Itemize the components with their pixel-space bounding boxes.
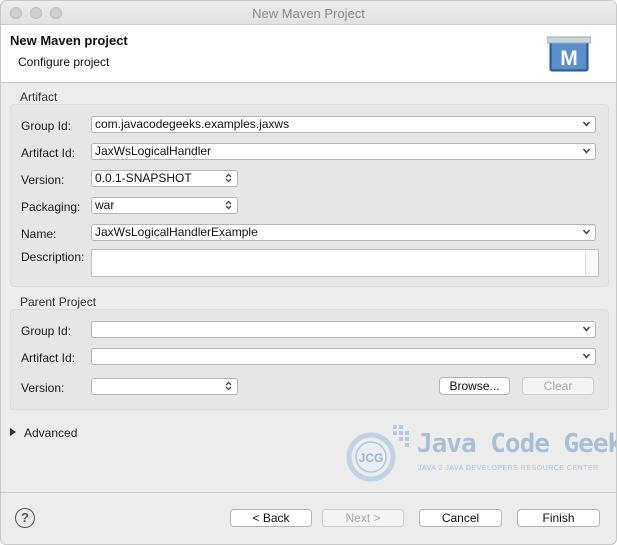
svg-text:M: M [560,47,578,70]
wizard-header: New Maven project Configure project M [1,25,616,83]
maven-logo-icon: M [547,36,591,72]
chevron-updown-icon [225,381,232,391]
packaging-value: war [95,198,115,212]
cancel-button[interactable]: Cancel [419,509,502,527]
chevron-down-icon [582,229,591,235]
group-id-label: Group Id: [21,119,72,133]
name-combo[interactable]: JaxWsLogicalHandlerExample [91,224,596,241]
browse-button[interactable]: Browse... [439,377,510,395]
clear-button[interactable]: Clear [522,377,594,395]
parent-version-label: Version: [21,381,65,395]
disclosure-triangle-icon[interactable] [10,428,16,436]
artifact-id-value: JaxWsLogicalHandler [95,144,212,158]
name-value: JaxWsLogicalHandlerExample [95,225,258,239]
window-title: New Maven Project [252,6,365,21]
chevron-updown-icon [225,200,232,210]
chevron-down-icon [582,148,591,154]
version-select[interactable]: 0.0.1-SNAPSHOT [91,170,238,187]
parent-version-select[interactable] [91,378,238,395]
next-button[interactable]: Next > [322,509,404,527]
packaging-select[interactable]: war [91,197,238,214]
help-icon[interactable]: ? [15,508,35,528]
parent-group-id-combo[interactable] [91,321,596,338]
packaging-label: Packaging: [21,200,81,214]
finish-button[interactable]: Finish [517,509,600,527]
dialog-window: New Maven Project New Maven project Conf… [0,0,617,545]
parent-group-id-label: Group Id: [21,324,72,338]
footer-divider [1,492,616,493]
artifact-id-combo[interactable]: JaxWsLogicalHandler [91,143,596,160]
chevron-down-icon [582,326,591,332]
jcg-tagline: JAVA 2 JAVA DEVELOPERS RESOURCE CENTER [418,465,599,472]
svg-text:JCG: JCG [359,451,384,465]
artifact-section-label: Artifact [20,90,58,104]
chevron-updown-icon [225,173,232,183]
advanced-toggle[interactable]: Advanced [24,426,77,440]
group-id-value: com.javacodegeeks.examples.jaxws [95,117,290,131]
back-button[interactable]: < Back [230,509,312,527]
jcg-watermark: JCG Java Code Geeks JAVA 2 JAVA DEVELOPE… [345,419,616,487]
jcg-logo-icon: JCG [346,425,409,482]
chevron-down-icon [582,121,591,127]
version-value: 0.0.1-SNAPSHOT [95,171,192,185]
chevron-down-icon [582,353,591,359]
description-textarea[interactable] [91,249,599,277]
description-scrollbar[interactable] [585,250,598,276]
parent-artifact-id-combo[interactable] [91,348,596,365]
jcg-title: Java Code Geeks [417,429,617,459]
parent-section-label: Parent Project [20,295,97,309]
group-id-combo[interactable]: com.javacodegeeks.examples.jaxws [91,116,596,133]
artifact-id-label: Artifact Id: [21,146,76,160]
page-title: New Maven project [10,33,128,48]
parent-artifact-id-label: Artifact Id: [21,351,76,365]
page-subtitle: Configure project [18,55,110,69]
title-bar[interactable]: New Maven Project [1,1,616,25]
description-label: Description: [21,250,85,264]
name-label: Name: [21,227,57,241]
version-label: Version: [21,173,65,187]
